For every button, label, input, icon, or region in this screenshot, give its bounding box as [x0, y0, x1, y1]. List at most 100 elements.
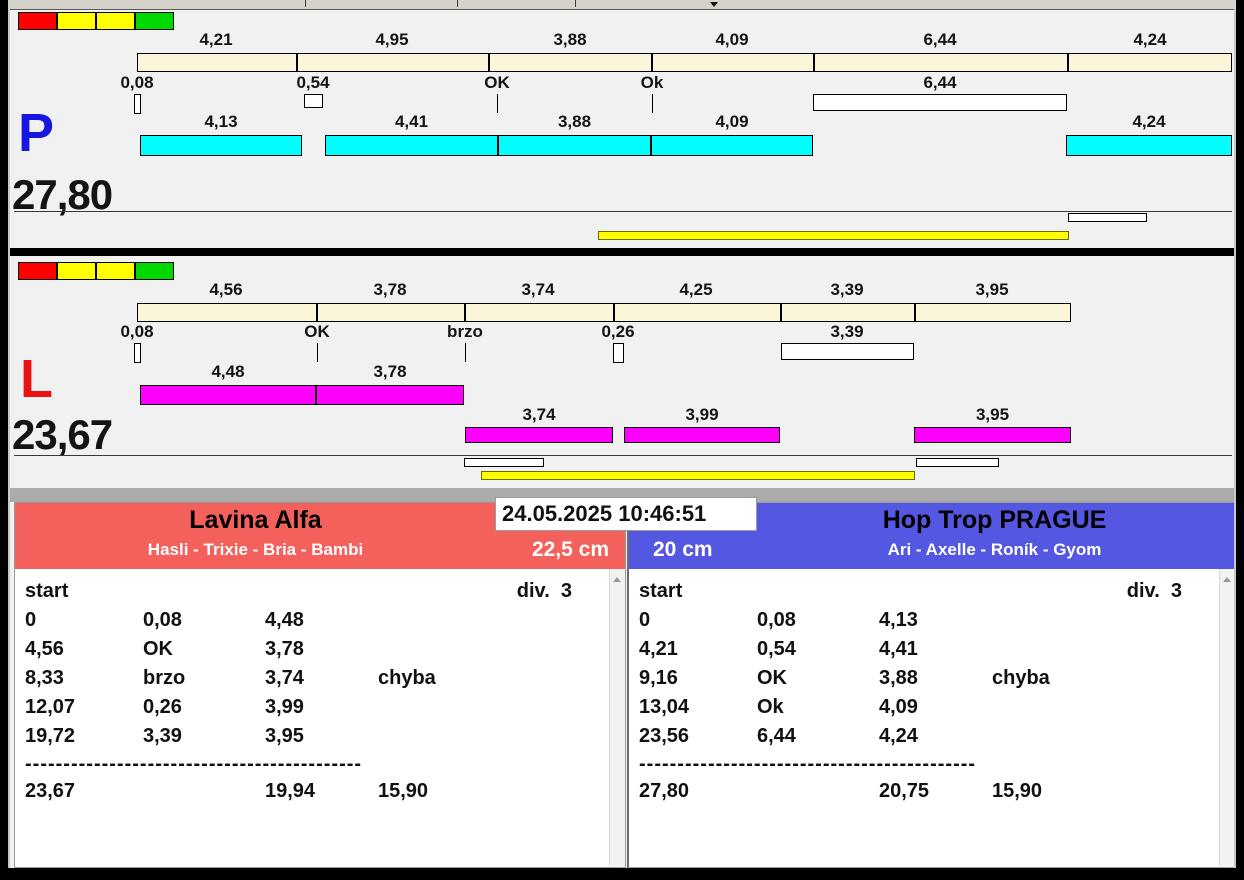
table-header-start: start — [639, 580, 683, 602]
status-indicator-box — [57, 262, 96, 280]
split-time-label: 3,39 — [830, 280, 864, 299]
mark-label: 3,39 — [830, 322, 864, 341]
split-time-label: 4,09 — [715, 30, 749, 49]
mark-slit — [134, 343, 141, 363]
table-row: 12,07 0,26 3,99 — [15, 693, 610, 722]
table-total-cell: 19,94 — [265, 780, 316, 802]
scroll-up-icon[interactable] — [1223, 577, 1231, 582]
table-cell: 0,08 — [143, 609, 182, 631]
split-scale-tick — [651, 53, 653, 72]
run-split-bar — [498, 135, 651, 156]
marker-yellow-bar — [598, 231, 1069, 240]
run-split-bar — [465, 427, 613, 443]
run-split-label: 4,13 — [204, 112, 238, 131]
status-indicator-box — [96, 12, 135, 30]
table-total-cell: 27,80 — [639, 780, 690, 802]
split-scale-tick — [1067, 53, 1069, 72]
mark-tick — [497, 94, 498, 113]
table-cell: 3,88 — [879, 667, 918, 689]
split-scale-tick — [488, 53, 490, 72]
window-frame-left — [0, 0, 8, 880]
run-split-label: 3,95 — [975, 405, 1010, 424]
datetime-display: 24.05.2025 10:46:51 — [495, 497, 757, 531]
split-scale-tick — [813, 53, 815, 72]
mark-box — [613, 343, 624, 363]
table-separator: ----------------------------------------… — [25, 753, 363, 775]
split-time-label: 4,24 — [1133, 30, 1167, 49]
scrollbar[interactable] — [609, 569, 625, 866]
table-cell: 8,33 — [25, 667, 64, 689]
mark-box — [304, 94, 323, 108]
run-split-bar — [914, 427, 1071, 443]
table-total-cell: 15,90 — [992, 780, 1043, 802]
run-split-bar — [325, 135, 498, 156]
scrollbar[interactable] — [1219, 569, 1235, 866]
table-cell: 3,39 — [143, 725, 182, 747]
team-panel-right: Hop Trop PRAGUE Ari - Axelle - Roník - G… — [627, 502, 1236, 868]
table-cell: 4,56 — [25, 638, 64, 660]
run-split-bar — [140, 135, 302, 156]
status-indicator-box — [18, 262, 57, 280]
table-cell: 23,56 — [639, 725, 690, 747]
mark-bar — [781, 343, 914, 360]
lane-divider — [8, 248, 1236, 256]
table-cell: chyba — [992, 667, 1050, 689]
mark-tick — [317, 343, 318, 362]
table-totals-row: 23,67 19,94 15,90 — [15, 777, 610, 806]
team-panel-left: Lavina Alfa Hasli - Trixie - Bria - Bamb… — [14, 502, 626, 868]
mark-label: 0,08 — [120, 322, 154, 341]
table-totals-row: 27,80 20,75 15,90 — [629, 777, 1220, 806]
marker-white-box — [464, 458, 544, 467]
marker-white-box — [916, 458, 999, 467]
table-cell: OK — [757, 667, 787, 689]
scroll-up-icon[interactable] — [613, 577, 621, 582]
table-row: 8,33 brzo 3,74 chyba — [15, 664, 610, 693]
lane-underline — [14, 211, 1232, 212]
lane-letter-P: P — [18, 103, 55, 163]
split-time-label: 3,95 — [975, 280, 1009, 299]
table-cell: 4,21 — [639, 638, 678, 660]
table-total-cell: 20,75 — [879, 780, 930, 802]
mark-label: 0,08 — [120, 73, 154, 92]
table-cell: 4,41 — [879, 638, 918, 660]
table-cell: 4,13 — [879, 609, 918, 631]
table-cell: 0,26 — [143, 696, 182, 718]
status-indicator-box — [57, 12, 96, 30]
table-cell: 0 — [25, 609, 37, 631]
mark-label: 0,54 — [296, 73, 330, 92]
table-total-cell: 15,90 — [378, 780, 429, 802]
table-cell: 4,48 — [265, 609, 304, 631]
table-cell: 4,09 — [879, 696, 918, 718]
table-cell: 0 — [639, 609, 651, 631]
split-time-label: 4,56 — [209, 280, 243, 299]
window-edge — [1234, 9, 1236, 868]
run-split-label: 4,41 — [394, 112, 429, 131]
mark-label: 0,26 — [601, 322, 635, 341]
table-header-row: start div. 3 — [15, 577, 610, 606]
marker-yellow-bar — [481, 471, 915, 480]
table-row: 23,56 6,44 4,24 — [629, 722, 1220, 751]
split-scale-tick — [780, 303, 782, 322]
mark-label: 6,44 — [923, 73, 957, 92]
jump-height-badge: 20 cm — [653, 538, 713, 561]
run-split-label: 3,74 — [522, 405, 556, 424]
split-scale-tick — [914, 303, 916, 322]
run-split-label: 3,99 — [685, 405, 719, 424]
mark-tick — [652, 94, 653, 113]
run-split-bar — [140, 385, 316, 405]
table-cell: OK — [143, 638, 173, 660]
table-cell: 19,72 — [25, 725, 76, 747]
mark-label: brzo — [447, 322, 483, 341]
table-row: 4,21 0,54 4,41 — [629, 635, 1220, 664]
mark-label: Ok — [640, 73, 664, 92]
table-header-row: start div. 3 — [629, 577, 1220, 606]
lane-underline — [14, 455, 1232, 456]
split-time-label: 4,21 — [199, 30, 233, 49]
status-indicator-box — [135, 262, 174, 280]
run-split-bar — [624, 427, 780, 443]
table-separator-row: ----------------------------------------… — [15, 751, 610, 777]
table-row: 0 0,08 4,48 — [15, 606, 610, 635]
run-split-label: 4,48 — [211, 362, 245, 381]
run-table: start div. 3 0 0,08 4,48 4,56 OK 3,78 8,33 brzo… — [15, 569, 610, 867]
timing-app-window: P 27,80 4,21 4,95 3,88 4,09 6,44 4,24 0,08 0,54 OK… — [0, 0, 1244, 880]
